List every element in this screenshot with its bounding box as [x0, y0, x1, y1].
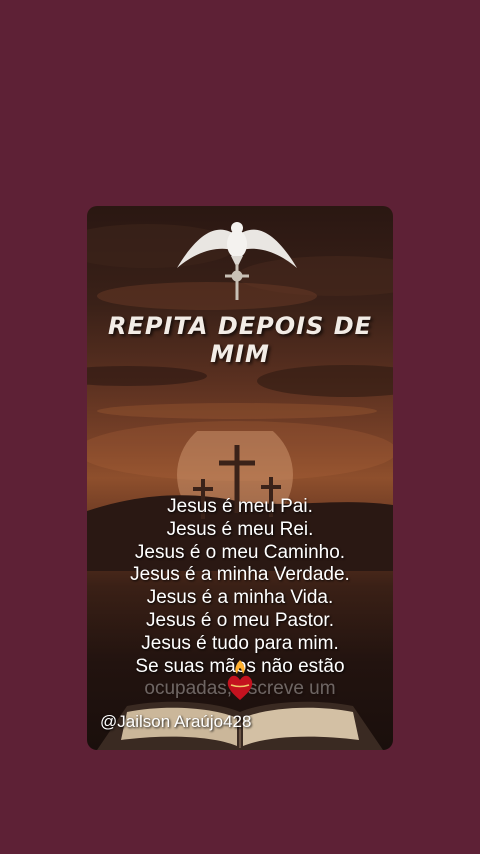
- prayer-line: Jesus é o meu Pastor.: [146, 609, 334, 631]
- dove-icon: [177, 222, 297, 300]
- prayer-line: Jesus é meu Rei.: [166, 518, 314, 540]
- sacred-heart-icon: [227, 660, 253, 700]
- prayer-line: Jesus é meu Pai.: [167, 496, 313, 517]
- username-watermark: @Jailson Araújo428: [100, 712, 252, 731]
- prayer-line: Jesus é a minha Vida.: [146, 587, 334, 609]
- crucifix-icon: [225, 264, 249, 300]
- video-frame: REPITA DEPOIS DE MIM Jesus é meu Pai. Je…: [0, 0, 480, 854]
- prayer-line: Jesus é tudo para mim.: [141, 632, 339, 654]
- prayer-card: REPITA DEPOIS DE MIM Jesus é meu Pai. Je…: [87, 206, 393, 750]
- prayer-line: Jesus é o meu Caminho.: [134, 541, 346, 563]
- prayer-line: Jesus é a minha Verdade.: [130, 564, 350, 586]
- card-title: REPITA DEPOIS DE MIM: [107, 312, 373, 368]
